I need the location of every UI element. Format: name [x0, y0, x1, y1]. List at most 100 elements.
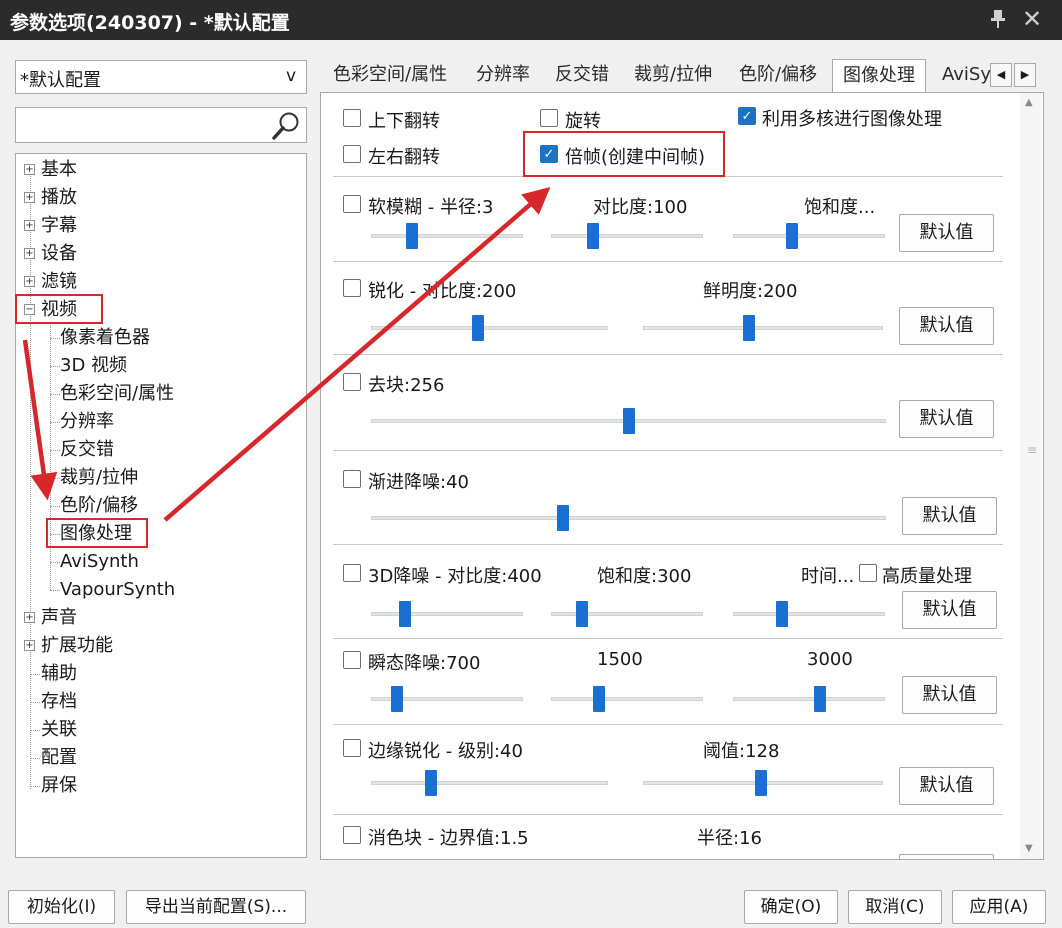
tree-item-label: 字幕 — [41, 215, 77, 236]
expand-icon[interactable]: + — [24, 640, 35, 651]
denoise-3d-time-label: 时间... — [801, 566, 855, 587]
separator — [333, 261, 1003, 262]
denoise-3d-checkbox[interactable] — [343, 564, 361, 582]
highlight-box-video — [15, 294, 103, 324]
slider-thumb[interactable] — [472, 315, 484, 341]
soft-blur-radius-slider[interactable] — [371, 223, 523, 249]
progressive-denoise-checkbox[interactable] — [343, 470, 361, 488]
tab-crop-stretch[interactable]: 裁剪/拉伸 — [632, 59, 714, 93]
progressive-denoise-default-button[interactable]: 默认值 — [902, 497, 997, 535]
decolor-block-checkbox[interactable] — [343, 826, 361, 844]
transient-denoise-checkbox[interactable] — [343, 651, 361, 669]
denoise-3d-contrast-slider[interactable] — [371, 601, 523, 627]
deblock-checkbox[interactable] — [343, 373, 361, 391]
rotate-checkbox[interactable] — [540, 109, 558, 127]
edge-level-slider[interactable] — [371, 770, 608, 796]
tree-branch-line — [50, 506, 60, 507]
deblock-slider[interactable] — [371, 408, 886, 434]
separator — [333, 450, 1003, 451]
expand-icon[interactable]: + — [24, 220, 35, 231]
slider-thumb[interactable] — [755, 770, 767, 796]
tab-deinterlace[interactable]: 反交错 — [553, 59, 611, 93]
sharpen-contrast-slider[interactable] — [371, 315, 608, 341]
decolor-default-button[interactable] — [899, 854, 994, 859]
high-quality-checkbox[interactable] — [859, 564, 877, 582]
denoise-3d-default-button[interactable]: 默认值 — [902, 591, 997, 629]
slider-thumb[interactable] — [814, 686, 826, 712]
sharpen-checkbox[interactable] — [343, 279, 361, 297]
tree-item-label: 3D 视频 — [60, 355, 128, 376]
search-input[interactable] — [18, 110, 268, 140]
transient-default-button[interactable]: 默认值 — [902, 676, 997, 714]
expand-icon[interactable]: + — [24, 164, 35, 175]
reset-button[interactable]: 初始化(I) — [8, 890, 115, 924]
expand-icon[interactable]: + — [24, 192, 35, 203]
scroll-down-icon[interactable]: ▼ — [1025, 843, 1033, 854]
slider-thumb[interactable] — [399, 601, 411, 627]
cancel-button[interactable]: 取消(C) — [848, 890, 942, 924]
edge-sharpen-label: 边缘锐化 - 级别:40 — [368, 741, 523, 762]
soft-blur-contrast-slider[interactable] — [551, 223, 703, 249]
slider-thumb[interactable] — [593, 686, 605, 712]
denoise-3d-saturation-slider[interactable] — [551, 601, 703, 627]
close-icon[interactable]: ✕ — [1022, 5, 1042, 33]
tab-scroll-right-icon[interactable]: ▶ — [1014, 63, 1036, 87]
expand-icon[interactable]: + — [24, 248, 35, 259]
transient-slider-2[interactable] — [551, 686, 703, 712]
profile-select[interactable]: *默认配置 v — [15, 60, 307, 94]
multicore-checkbox[interactable]: ✓ — [738, 107, 756, 125]
slider-thumb[interactable] — [576, 601, 588, 627]
tree-branch-line — [50, 394, 60, 395]
tab-scroll-left-icon[interactable]: ◀ — [990, 63, 1012, 87]
slider-thumb[interactable] — [425, 770, 437, 796]
slider-thumb[interactable] — [743, 315, 755, 341]
slider-thumb[interactable] — [786, 223, 798, 249]
ok-button[interactable]: 确定(O) — [744, 890, 838, 924]
panel-scrollbar[interactable]: ▲ ≡ ▼ — [1020, 93, 1042, 859]
export-config-button[interactable]: 导出当前配置(S)... — [126, 890, 306, 924]
tree-branch-line — [50, 338, 60, 339]
tree-item-label: 像素着色器 — [60, 327, 150, 348]
slider-thumb[interactable] — [391, 686, 403, 712]
tab-levels-offset[interactable]: 色阶/偏移 — [737, 59, 819, 93]
expand-icon[interactable]: + — [24, 276, 35, 287]
soft-blur-default-button[interactable]: 默认值 — [899, 214, 994, 252]
tab-resolution[interactable]: 分辨率 — [474, 59, 532, 93]
transient-slider-3[interactable] — [733, 686, 885, 712]
slider-thumb[interactable] — [623, 408, 635, 434]
tab-color-space[interactable]: 色彩空间/属性 — [331, 59, 449, 93]
slider-thumb[interactable] — [587, 223, 599, 249]
expand-icon[interactable]: + — [24, 612, 35, 623]
soft-blur-saturation-slider[interactable] — [733, 223, 885, 249]
search-icon[interactable] — [270, 110, 302, 142]
multicore-label: 利用多核进行图像处理 — [762, 109, 942, 130]
scroll-thumb-grip-icon[interactable]: ≡ — [1027, 443, 1037, 457]
slider-track — [733, 234, 885, 238]
slider-thumb[interactable] — [776, 601, 788, 627]
highlight-box-image-processing — [46, 518, 148, 548]
tab-image-processing[interactable]: 图像处理 — [832, 59, 926, 93]
deblock-default-button[interactable]: 默认值 — [899, 400, 994, 438]
scroll-up-icon[interactable]: ▲ — [1025, 97, 1033, 108]
sharpen-vividness-slider[interactable] — [643, 315, 883, 341]
edge-sharpen-default-button[interactable]: 默认值 — [899, 767, 994, 805]
transient-slider-1[interactable] — [371, 686, 523, 712]
tree-item-label: 播放 — [41, 187, 77, 208]
flip-horizontal-checkbox[interactable] — [343, 145, 361, 163]
sharpen-default-button[interactable]: 默认值 — [899, 307, 994, 345]
highlight-box-double-frame — [523, 131, 725, 177]
tree-item-label: 基本 — [41, 159, 77, 180]
pin-icon[interactable] — [988, 8, 1008, 30]
soft-blur-checkbox[interactable] — [343, 195, 361, 213]
tree-branch-line — [30, 758, 40, 759]
slider-thumb[interactable] — [406, 223, 418, 249]
denoise-3d-time-slider[interactable] — [733, 601, 885, 627]
edge-threshold-slider[interactable] — [643, 770, 883, 796]
flip-vertical-checkbox[interactable] — [343, 109, 361, 127]
tree-item-label: 设备 — [41, 243, 77, 264]
progressive-denoise-slider[interactable] — [371, 505, 886, 531]
tab-avisynth[interactable]: AviSy — [940, 59, 993, 93]
edge-sharpen-checkbox[interactable] — [343, 739, 361, 757]
apply-button[interactable]: 应用(A) — [952, 890, 1046, 924]
slider-thumb[interactable] — [557, 505, 569, 531]
